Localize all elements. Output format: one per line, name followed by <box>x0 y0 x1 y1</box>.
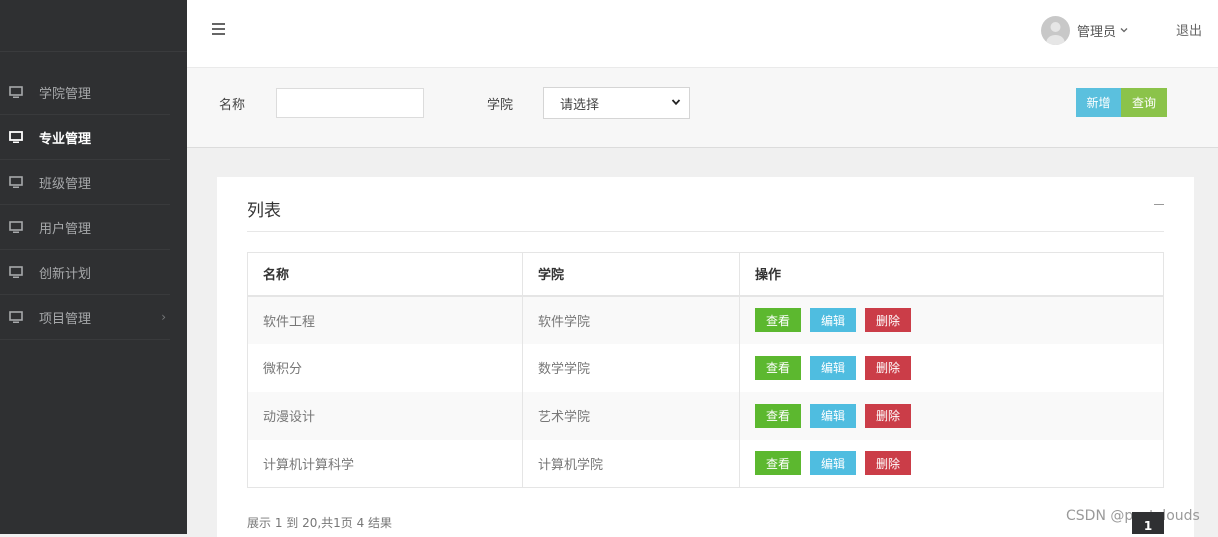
edit-button[interactable]: 编辑 <box>810 355 856 380</box>
sidebar-item-classes[interactable]: 班级管理 <box>0 160 170 205</box>
majors-table: 名称 学院 操作 软件工程 软件学院 查看 编辑 删除 微积分 数学学院 查看 编辑删… <box>247 252 1164 488</box>
pagination-info: 展示 1 到 20,共1页 4 结果 <box>247 516 393 530</box>
monitor-icon <box>9 130 23 144</box>
cell-actions: 查看 编辑 删除 <box>739 439 1164 488</box>
list-panel: 列表 名称 学院 操作 软件工程 软件学院 查看编辑删除 微积分 数学学院 <box>217 177 1194 537</box>
monitor-icon <box>9 265 23 279</box>
table-row: 软件工程 软件学院 查看 编辑 删除 <box>247 295 1164 344</box>
view-button[interactable]: 查看 <box>755 403 801 428</box>
table-row: 动漫设计 艺术学院 查看 编辑 删除 <box>247 391 1164 440</box>
view-button[interactable]: 查看 <box>755 355 801 380</box>
view-button[interactable]: 查看 <box>755 451 801 476</box>
sidebar-item-label: 专业管理 <box>39 131 92 147</box>
monitor-icon <box>9 85 23 99</box>
sidebar: 学院管理 专业管理 班级管理 用户管理 创新计划 项目管理 › <box>0 0 187 534</box>
minus-icon[interactable] <box>1152 196 1166 210</box>
cell-college: 计算机学院 <box>522 439 740 488</box>
cell-college: 数学学院 <box>522 343 740 392</box>
logout-link[interactable]: 退出 <box>1176 20 1202 39</box>
cell-college: 艺术学院 <box>522 391 740 440</box>
avatar <box>1041 15 1070 45</box>
chevron-down-icon <box>671 96 681 111</box>
monitor-icon <box>9 310 23 324</box>
college-select[interactable]: 请选择 <box>543 87 690 119</box>
delete-button[interactable]: 删除 <box>865 403 911 428</box>
college-select-value: 请选择 <box>560 97 600 113</box>
cell-name: 动漫设计 <box>247 391 523 440</box>
cell-name: 微积分 <box>247 343 523 392</box>
sidebar-item-label: 用户管理 <box>39 221 92 237</box>
sidebar-item-innovation-plan[interactable]: 创新计划 <box>0 250 170 295</box>
edit-button[interactable]: 编辑 <box>810 403 856 428</box>
college-filter-label: 学院 <box>487 98 514 113</box>
cell-college: 软件学院 <box>522 295 740 344</box>
sidebar-item-label: 项目管理 <box>39 311 92 327</box>
edit-button[interactable]: 编辑 <box>810 308 856 332</box>
monitor-icon <box>9 175 23 189</box>
view-button[interactable]: 查看 <box>755 308 801 332</box>
sidebar-item-label: 学院管理 <box>39 86 92 102</box>
sidebar-logo-area <box>0 0 187 52</box>
sidebar-item-projects[interactable]: 项目管理 › <box>0 295 170 340</box>
user-menu[interactable]: 管理员 <box>1041 14 1129 46</box>
table-header-row: 名称 学院 操作 <box>247 252 1164 297</box>
page-button-current[interactable]: 1 <box>1132 512 1164 534</box>
top-header: 管理员 退出 <box>187 0 1218 67</box>
column-header-name: 名称 <box>247 252 523 297</box>
sidebar-item-colleges[interactable]: 学院管理 <box>0 70 170 115</box>
query-button[interactable]: 查询 <box>1121 88 1167 117</box>
chevron-right-icon: › <box>161 310 166 324</box>
add-button[interactable]: 新增 <box>1076 88 1121 117</box>
monitor-icon <box>9 220 23 234</box>
column-header-college: 学院 <box>522 252 740 297</box>
name-filter-label: 名称 <box>219 98 246 113</box>
cell-actions: 查看 编辑 删除 <box>739 295 1164 344</box>
sidebar-item-label: 创新计划 <box>39 266 92 282</box>
panel-divider <box>247 231 1164 232</box>
column-header-actions: 操作 <box>739 252 1164 297</box>
cell-actions: 查看 编辑 删除 <box>739 343 1164 392</box>
cell-actions: 查看 编辑 删除 <box>739 391 1164 440</box>
user-name: 管理员 <box>1077 24 1117 40</box>
table-row: 微积分 数学学院 查看 编辑 删除 <box>247 343 1164 392</box>
sidebar-item-majors[interactable]: 专业管理 <box>0 115 170 160</box>
cell-name: 软件工程 <box>247 295 523 344</box>
chevron-down-icon <box>1119 25 1129 35</box>
delete-button[interactable]: 删除 <box>865 451 911 476</box>
edit-button[interactable]: 编辑 <box>810 451 856 476</box>
sidebar-item-label: 班级管理 <box>39 176 92 192</box>
delete-button[interactable]: 删除 <box>865 355 911 380</box>
name-filter-input[interactable] <box>276 88 424 118</box>
hamburger-icon[interactable] <box>211 22 227 36</box>
delete-button[interactable]: 删除 <box>865 308 911 332</box>
table-row: 计算机计算科学 计算机学院 查看 编辑 删除 <box>247 439 1164 488</box>
panel-title: 列表 <box>247 201 281 221</box>
search-filter-bar: 名称 学院 请选择 新增 查询 <box>187 67 1218 148</box>
cell-name: 计算机计算科学 <box>247 439 523 488</box>
sidebar-item-users[interactable]: 用户管理 <box>0 205 170 250</box>
